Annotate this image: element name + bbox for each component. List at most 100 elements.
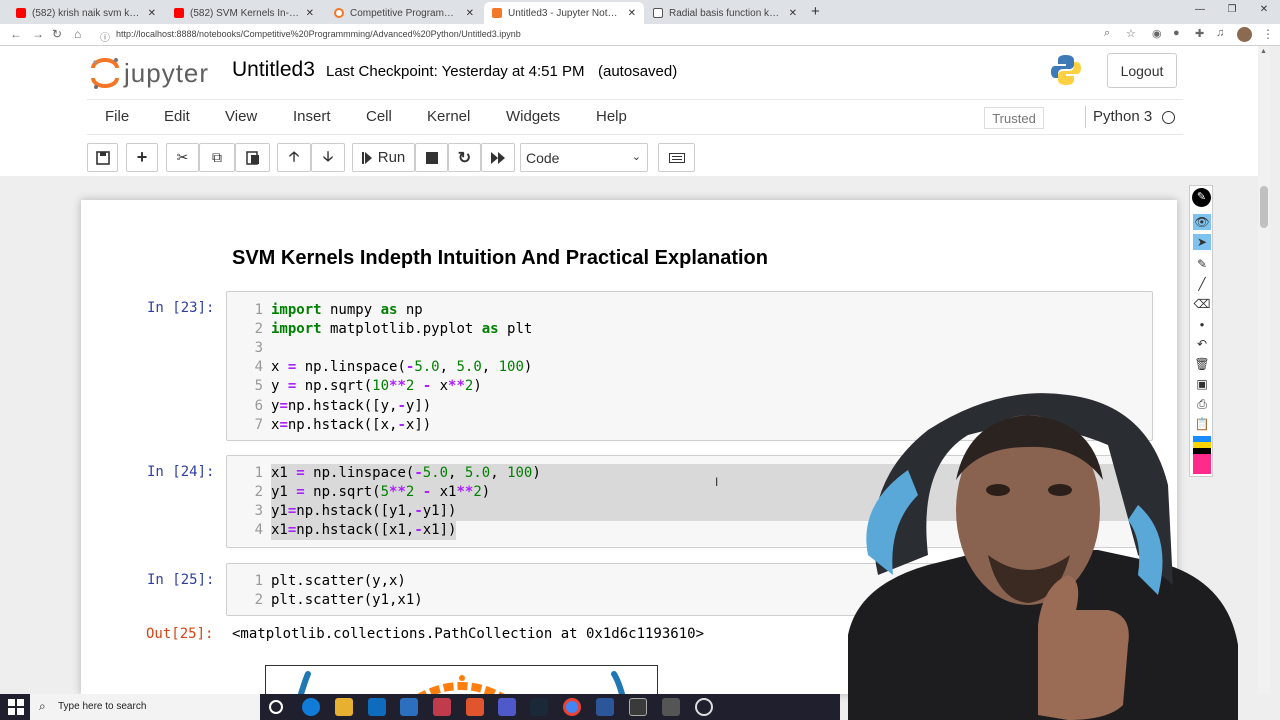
dot-size-icon[interactable]: ●: [1193, 317, 1211, 333]
close-tab-icon[interactable]: ✕: [148, 8, 156, 19]
forward-icon[interactable]: →: [32, 27, 44, 41]
interrupt-button[interactable]: [415, 143, 448, 172]
browser-menu-icon[interactable]: ⋮: [1262, 27, 1274, 41]
store-icon[interactable]: [400, 698, 418, 716]
cut-button[interactable]: ✂: [166, 143, 199, 172]
line-number: 7: [254, 417, 263, 433]
vertical-scrollbar[interactable]: ▲: [1258, 46, 1270, 694]
app-icon[interactable]: [662, 698, 680, 716]
menu-cell[interactable]: Cell: [366, 108, 392, 125]
back-icon[interactable]: ←: [10, 27, 22, 41]
close-tab-icon[interactable]: ✕: [306, 8, 314, 19]
pencil-icon[interactable]: ✎: [1193, 256, 1211, 272]
command-palette-button[interactable]: [658, 143, 695, 172]
menu-file[interactable]: File: [105, 108, 129, 125]
scrollbar-thumb[interactable]: [1260, 186, 1268, 228]
notebook-title[interactable]: Untitled3: [232, 58, 315, 82]
site-info-icon[interactable]: ⓘ: [100, 29, 110, 44]
menu-help[interactable]: Help: [596, 108, 627, 125]
line-number: 6: [254, 398, 263, 414]
eye-icon[interactable]: 👁: [1193, 214, 1211, 230]
logout-button[interactable]: Logout: [1107, 53, 1177, 88]
close-tab-icon[interactable]: ✕: [466, 8, 474, 19]
obs-icon[interactable]: [695, 698, 713, 716]
edge-icon[interactable]: [302, 698, 320, 716]
media-icon[interactable]: ♫: [1216, 27, 1224, 39]
code-line: plt.scatter(y1,x1): [271, 592, 423, 608]
minimize-icon[interactable]: —: [1184, 0, 1216, 24]
jupyter-logo[interactable]: jupyter: [90, 56, 209, 90]
clipboard-icon[interactable]: 📋: [1193, 416, 1211, 432]
browser-tab[interactable]: Competitive Programmming/Adv✕: [326, 2, 482, 24]
screen-icon[interactable]: ▣: [1193, 376, 1211, 392]
trusted-indicator[interactable]: Trusted: [984, 107, 1044, 129]
copy-button[interactable]: ⧉: [199, 143, 235, 172]
line-number: 1: [254, 302, 263, 318]
paste-button[interactable]: [235, 143, 270, 172]
window-controls: — ❐ ✕: [1184, 0, 1280, 24]
reload-icon[interactable]: ↻: [52, 27, 62, 41]
menu-view[interactable]: View: [225, 108, 257, 125]
browser-tab-active[interactable]: Untitled3 - Jupyter Notebook✕: [484, 2, 644, 24]
move-up-button[interactable]: 🡡: [277, 143, 311, 172]
scroll-up-icon[interactable]: ▲: [1260, 48, 1267, 55]
text-cursor-icon: Ι: [715, 475, 719, 489]
maximize-icon[interactable]: ❐: [1216, 0, 1248, 24]
browser-tab[interactable]: (582) krish naik svm kernel trick -✕: [8, 2, 164, 24]
eraser-icon[interactable]: ⌫: [1193, 296, 1211, 312]
word-icon[interactable]: [596, 698, 614, 716]
cortana-icon[interactable]: [269, 700, 283, 714]
file-explorer-icon[interactable]: [335, 698, 353, 716]
copy-icon: ⧉: [212, 149, 222, 165]
menu-insert[interactable]: Insert: [293, 108, 331, 125]
extension-icon[interactable]: ●: [1173, 27, 1180, 39]
code-line: y = np.sqrt(10**2 - x**2): [271, 378, 482, 394]
move-down-button[interactable]: 🡣: [311, 143, 345, 172]
home-icon[interactable]: ⌂: [74, 27, 81, 41]
extensions-puzzle-icon[interactable]: ✚: [1195, 27, 1204, 40]
zoom-icon[interactable]: ⌕: [1104, 27, 1110, 40]
taskbar-search[interactable]: ⌕ Type here to search: [30, 694, 260, 720]
camera-icon[interactable]: ⎙: [1193, 396, 1211, 412]
steam-icon[interactable]: [530, 698, 548, 716]
code-line: x = np.linspace(-5.0, 5.0, 100): [271, 359, 533, 375]
app-icon[interactable]: [433, 698, 451, 716]
run-button[interactable]: Run: [352, 143, 415, 172]
teams-icon[interactable]: [498, 698, 516, 716]
menu-edit[interactable]: Edit: [164, 108, 190, 125]
kernel-name: Python 3: [1093, 108, 1153, 125]
jupyter-favicon-icon: [492, 8, 502, 18]
url-field[interactable]: http://localhost:8888/notebooks/Competit…: [116, 29, 521, 39]
terminal-icon[interactable]: [629, 698, 647, 716]
profile-avatar[interactable]: [1237, 27, 1252, 42]
menu-widgets[interactable]: Widgets: [506, 108, 560, 125]
line-number: 4: [254, 359, 263, 375]
close-tab-icon[interactable]: ✕: [628, 8, 636, 19]
line-tool-icon[interactable]: ╱: [1193, 276, 1211, 292]
windows-start-icon[interactable]: [8, 699, 24, 715]
cursor-icon[interactable]: ➤: [1193, 234, 1211, 250]
chrome-icon[interactable]: [563, 698, 581, 716]
browser-tab[interactable]: Radial basis function kernel - Wi✕: [645, 2, 805, 24]
pen-logo-icon[interactable]: ✎: [1192, 188, 1211, 207]
mail-icon[interactable]: [368, 698, 386, 716]
webcam-overlay: [838, 385, 1280, 720]
new-tab-button[interactable]: +: [811, 3, 820, 20]
trash-icon[interactable]: 🗑: [1193, 356, 1211, 372]
extension-icon[interactable]: ◉: [1152, 27, 1162, 40]
close-tab-icon[interactable]: ✕: [789, 8, 797, 19]
cell-type-select[interactable]: Code ⌄: [520, 143, 648, 172]
close-window-icon[interactable]: ✕: [1248, 0, 1280, 24]
color-palette[interactable]: [1193, 436, 1211, 474]
restart-button[interactable]: ↻: [448, 143, 481, 172]
browser-tab[interactable]: (582) SVM Kernels In-depth Intuit✕: [166, 2, 322, 24]
app-icon[interactable]: [466, 698, 484, 716]
paste-icon: [245, 151, 259, 165]
input-prompt: In [24]:: [147, 464, 215, 480]
menu-kernel[interactable]: Kernel: [427, 108, 470, 125]
save-button[interactable]: [87, 143, 118, 172]
undo-icon[interactable]: ↶: [1193, 336, 1211, 352]
bookmark-star-icon[interactable]: ☆: [1126, 27, 1136, 40]
restart-run-all-button[interactable]: [481, 143, 515, 172]
add-cell-button[interactable]: +: [126, 143, 158, 172]
